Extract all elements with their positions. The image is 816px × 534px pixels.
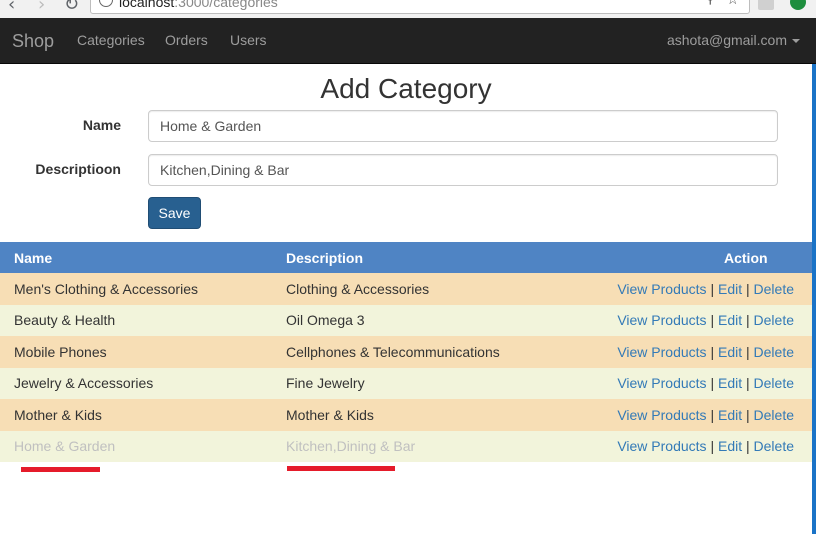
view-products-link[interactable]: View Products	[617, 407, 706, 423]
table-row: Home & Garden Kitchen,Dining & Bar View …	[0, 430, 812, 462]
row-actions: View Products | Edit | Delete	[576, 430, 812, 462]
category-name: Home & Garden	[0, 430, 272, 462]
edit-link[interactable]: Edit	[718, 344, 742, 360]
description-input[interactable]	[148, 154, 778, 186]
table-row: Mobile Phones Cellphones & Telecommunica…	[0, 336, 812, 368]
nav-link-orders[interactable]: Orders	[165, 32, 208, 48]
edit-link[interactable]: Edit	[718, 438, 742, 454]
column-header-description: Description	[272, 242, 576, 273]
delete-link[interactable]: Delete	[754, 344, 794, 360]
user-menu[interactable]: ashota@gmail.com	[667, 32, 800, 48]
bookmark-star-icon[interactable]: ☆	[726, 0, 739, 8]
view-products-link[interactable]: View Products	[617, 438, 706, 454]
row-actions: View Products | Edit | Delete	[576, 399, 812, 431]
description-label: Descriptioon	[35, 161, 121, 177]
separator: |	[710, 280, 715, 297]
user-email: ashota@gmail.com	[666, 32, 787, 48]
name-input[interactable]	[148, 110, 778, 142]
category-description: Mother & Kids	[272, 399, 576, 431]
row-actions: View Products | Edit | Delete	[576, 304, 812, 336]
category-name: Beauty & Health	[0, 304, 272, 336]
edit-link[interactable]: Edit	[718, 375, 742, 391]
forward-icon[interactable]: ›	[38, 0, 45, 15]
top-navbar: Shop Categories Orders Users ashota@gmai…	[0, 18, 816, 64]
separator: |	[710, 406, 715, 423]
category-description: Fine Jewelry	[272, 367, 576, 399]
extension-icon[interactable]	[758, 0, 774, 10]
nav-link-users[interactable]: Users	[230, 32, 267, 48]
window-edge	[812, 64, 816, 534]
column-header-name: Name	[0, 242, 272, 273]
delete-link[interactable]: Delete	[754, 438, 794, 454]
edit-link[interactable]: Edit	[718, 281, 742, 297]
table-row: Beauty & Health Oil Omega 3 View Product…	[0, 304, 812, 336]
view-products-link[interactable]: View Products	[617, 375, 706, 391]
row-actions: View Products | Edit | Delete	[576, 273, 812, 305]
separator: |	[710, 343, 715, 360]
categories-table: Name Description Action Men's Clothing &…	[0, 242, 812, 462]
annotation-underline	[21, 467, 100, 472]
table-row: Jewelry & Accessories Fine Jewelry View …	[0, 367, 812, 399]
save-button[interactable]: Save	[148, 197, 201, 229]
row-actions: View Products | Edit | Delete	[576, 367, 812, 399]
separator: |	[710, 438, 715, 455]
separator: |	[746, 406, 750, 423]
separator: |	[746, 375, 750, 392]
separator: |	[746, 343, 750, 360]
table-header-row: Name Description Action	[0, 242, 812, 273]
view-products-link[interactable]: View Products	[617, 312, 706, 328]
info-icon[interactable]	[99, 0, 113, 7]
delete-link[interactable]: Delete	[754, 407, 794, 423]
edit-link[interactable]: Edit	[718, 312, 742, 328]
category-name: Men's Clothing & Accessories	[0, 273, 272, 305]
caret-down-icon	[792, 39, 800, 44]
separator: |	[746, 438, 750, 455]
separator: |	[710, 375, 715, 392]
annotation-underline	[287, 466, 395, 471]
address-bar[interactable]: localhost:3000/categories ⚲ ☆	[90, 0, 750, 14]
page-title: Add Category	[320, 73, 492, 104]
profile-extension-icon[interactable]	[790, 0, 806, 10]
browser-toolbar: ‹ › ↻ localhost:3000/categories ⚲ ☆	[0, 0, 816, 18]
separator: |	[710, 312, 715, 329]
category-name: Mother & Kids	[0, 399, 272, 431]
delete-link[interactable]: Delete	[754, 281, 794, 297]
category-name: Mobile Phones	[0, 336, 272, 368]
nav-link-categories[interactable]: Categories	[77, 32, 145, 48]
separator: |	[746, 312, 750, 329]
row-actions: View Products | Edit | Delete	[576, 336, 812, 368]
category-description: Cellphones & Telecommunications	[272, 336, 576, 368]
table-row: Mother & Kids Mother & Kids View Product…	[0, 399, 812, 431]
table-row: Men's Clothing & Accessories Clothing & …	[0, 273, 812, 305]
edit-link[interactable]: Edit	[718, 407, 742, 423]
view-products-link[interactable]: View Products	[617, 344, 706, 360]
back-icon[interactable]: ‹	[8, 0, 15, 15]
zoom-icon[interactable]: ⚲	[705, 0, 715, 7]
separator: |	[746, 280, 750, 297]
category-description: Oil Omega 3	[272, 304, 576, 336]
name-label: Name	[82, 117, 121, 133]
category-description: Clothing & Accessories	[272, 273, 576, 305]
category-description: Kitchen,Dining & Bar	[272, 430, 576, 462]
reload-icon[interactable]: ↻	[64, 0, 79, 15]
category-name: Jewelry & Accessories	[0, 367, 272, 399]
delete-link[interactable]: Delete	[754, 375, 794, 391]
view-products-link[interactable]: View Products	[617, 281, 706, 297]
delete-link[interactable]: Delete	[754, 312, 794, 328]
brand-link[interactable]: Shop	[12, 31, 54, 52]
column-header-action: Action	[576, 242, 812, 273]
url-text: localhost:3000/categories	[119, 0, 278, 10]
